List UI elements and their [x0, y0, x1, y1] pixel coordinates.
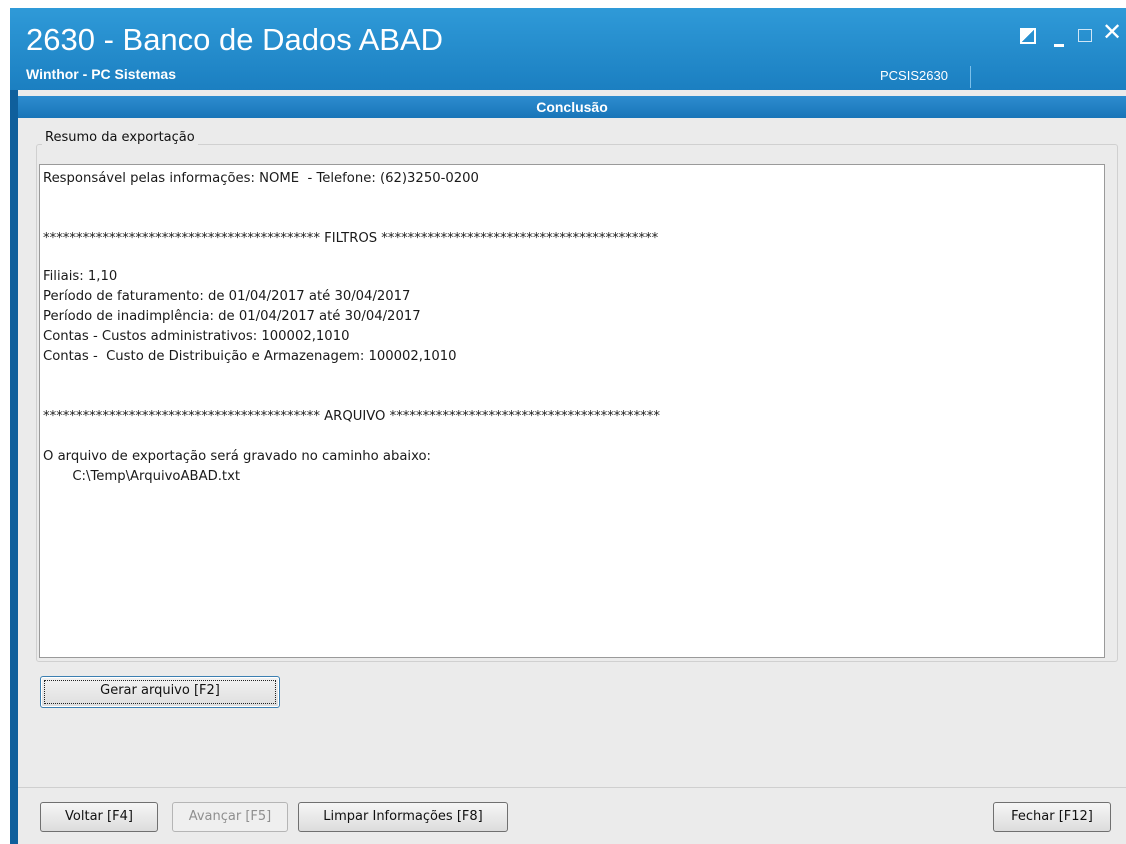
maximize-icon[interactable] [1078, 26, 1092, 42]
close-icon[interactable]: ✕ [1102, 20, 1122, 44]
wizard-body: Conclusão Resumo da exportação Responsáv… [18, 90, 1126, 844]
step-title: Conclusão [18, 96, 1126, 118]
close-button[interactable]: Fechar [F12] [993, 802, 1111, 832]
back-button[interactable]: Voltar [F4] [40, 802, 158, 832]
file-path-intro-line: O arquivo de exportação será gravado no … [43, 449, 431, 464]
next-button[interactable]: Avançar [F5] [172, 802, 288, 832]
branches-line: Filiais: 1,10 [43, 269, 118, 284]
footer-divider [18, 787, 1126, 788]
window-title: 2630 - Banco de Dados ABAD [26, 22, 444, 57]
file-path-line: C:\Temp\ArquivoABAD.txt [43, 469, 241, 484]
summary-group-label: Resumo da exportação [42, 130, 198, 145]
clear-info-button[interactable]: Limpar Informações [F8] [298, 802, 508, 832]
routine-code: PCSIS2630 [880, 68, 948, 83]
generate-file-button[interactable]: Gerar arquivo [F2] [40, 676, 280, 708]
summary-textarea[interactable]: Responsável pelas informações: NOME - Te… [39, 164, 1105, 658]
window-subtitle: Winthor - PC Sistemas [26, 66, 177, 82]
focus-rect [44, 680, 276, 704]
filters-separator-line: ****************************************… [43, 231, 659, 246]
default-period-line: Período de inadimplência: de 01/04/2017 … [43, 309, 421, 324]
minimize-icon[interactable] [1054, 30, 1064, 47]
code-separator [970, 66, 971, 88]
responsible-line: Responsável pelas informações: NOME - Te… [43, 171, 479, 186]
billing-period-line: Período de faturamento: de 01/04/2017 at… [43, 289, 411, 304]
admin-costs-line: Contas - Custos administrativos: 100002,… [43, 329, 350, 344]
title-bar: 2630 - Banco de Dados ABAD Winthor - PC … [10, 8, 1126, 90]
distribution-costs-line: Contas - Custo de Distribuição e Armazen… [43, 349, 457, 364]
file-separator-line: ****************************************… [43, 409, 660, 424]
app-window: 2630 - Banco de Dados ABAD Winthor - PC … [10, 8, 1126, 844]
theme-toggle-icon[interactable] [1020, 26, 1036, 44]
